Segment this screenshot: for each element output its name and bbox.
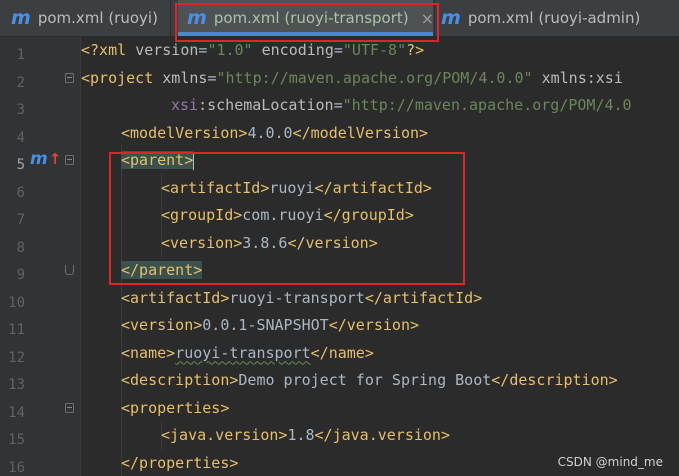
- parent-open-tag: <parent>: [121, 151, 194, 169]
- editor-tab-bar: m pom.xml (ruoyi) m pom.xml (ruoyi-trans…: [0, 0, 679, 37]
- code-line-13: <description>Demo project for Spring Boo…: [121, 371, 618, 389]
- line-number: 12: [8, 349, 25, 366]
- fold-close-icon[interactable]: [65, 265, 74, 275]
- line-number: 9: [16, 267, 25, 283]
- code-line-16: </properties>: [121, 453, 239, 472]
- fold-open-icon[interactable]: [65, 73, 74, 83]
- fold-open-icon[interactable]: [65, 155, 74, 165]
- maven-file-icon: m: [441, 6, 461, 29]
- code-line-14: <properties>: [121, 398, 230, 417]
- code-line-15: <java.version>1.8</java.version>: [161, 426, 450, 444]
- line-number: 1: [16, 47, 25, 63]
- line-number: 7: [16, 212, 25, 228]
- line-number: 14: [8, 404, 25, 421]
- tab-pom-ruoyi-admin[interactable]: m pom.xml (ruoyi-admin): [441, 0, 640, 36]
- line-number: 2: [16, 74, 25, 91]
- line-number: 4: [16, 129, 25, 146]
- line-number: 13: [8, 377, 25, 393]
- fold-open-icon[interactable]: [65, 403, 74, 413]
- line-number: 11: [8, 322, 25, 338]
- tab-pom-ruoyi[interactable]: m pom.xml (ruoyi): [11, 0, 158, 36]
- code-line-12: <name>ruoyi-transport</name>: [121, 343, 374, 362]
- line-number-gutter: 1 2 3 4 5 6 7 8 9 10 11 12 13 14 15 16: [0, 37, 80, 476]
- tab-divider: [170, 0, 171, 36]
- maven-file-icon: m: [11, 6, 31, 29]
- tab-label: pom.xml (ruoyi-admin): [467, 9, 641, 27]
- line-number: 10: [8, 294, 25, 311]
- tab-label: pom.xml (ruoyi): [37, 9, 158, 27]
- code-line-8: <version>3.8.6</version>: [161, 233, 378, 252]
- code-line-3: xsi:schemaLocation="http://maven.apache.…: [171, 96, 632, 114]
- code-line-6: <artifactId>ruoyi</artifactId>: [161, 178, 432, 197]
- line-number: 6: [16, 184, 25, 201]
- tab-divider: [434, 0, 435, 36]
- parent-close-tag: </parent>: [121, 261, 203, 279]
- code-line-1: <?xml version="1.0" encoding="UTF-8"?>: [81, 41, 425, 59]
- tab-label: pom.xml (ruoyi-transport): [213, 9, 409, 27]
- code-editor[interactable]: <?xml version="1.0" encoding="UTF-8"?> <…: [81, 37, 679, 476]
- close-icon[interactable]: ×: [421, 9, 434, 28]
- code-line-4: <modelVersion>4.0.0</modelVersion>: [121, 123, 429, 142]
- watermark: CSDN @mind_me: [557, 455, 663, 469]
- spellcheck-text: ruoyi-transport: [175, 343, 311, 362]
- maven-parent-navigate-icon[interactable]: m ↑: [30, 146, 61, 172]
- code-line-11: <version>0.0.1-SNAPSHOT</version>: [121, 316, 420, 334]
- tab-pom-ruoyi-transport[interactable]: m pom.xml (ruoyi-transport) ×: [178, 0, 434, 36]
- maven-file-icon: m: [187, 6, 207, 29]
- code-line-7: <groupId>com.ruoyi</groupId>: [161, 206, 414, 224]
- line-number: 16: [8, 459, 25, 476]
- line-number: 8: [16, 239, 25, 256]
- line-number: 15: [8, 432, 25, 448]
- code-line-10: <artifactId>ruoyi-transport</artifactId>: [121, 288, 483, 307]
- code-line-9: </parent>: [121, 257, 203, 285]
- line-number: 3: [16, 102, 25, 118]
- line-number-current: 5: [16, 157, 25, 173]
- code-line-2: <project xmlns="http://maven.apache.org/…: [81, 68, 623, 87]
- text-caret: [193, 151, 195, 170]
- code-line-5: <parent>: [121, 147, 195, 175]
